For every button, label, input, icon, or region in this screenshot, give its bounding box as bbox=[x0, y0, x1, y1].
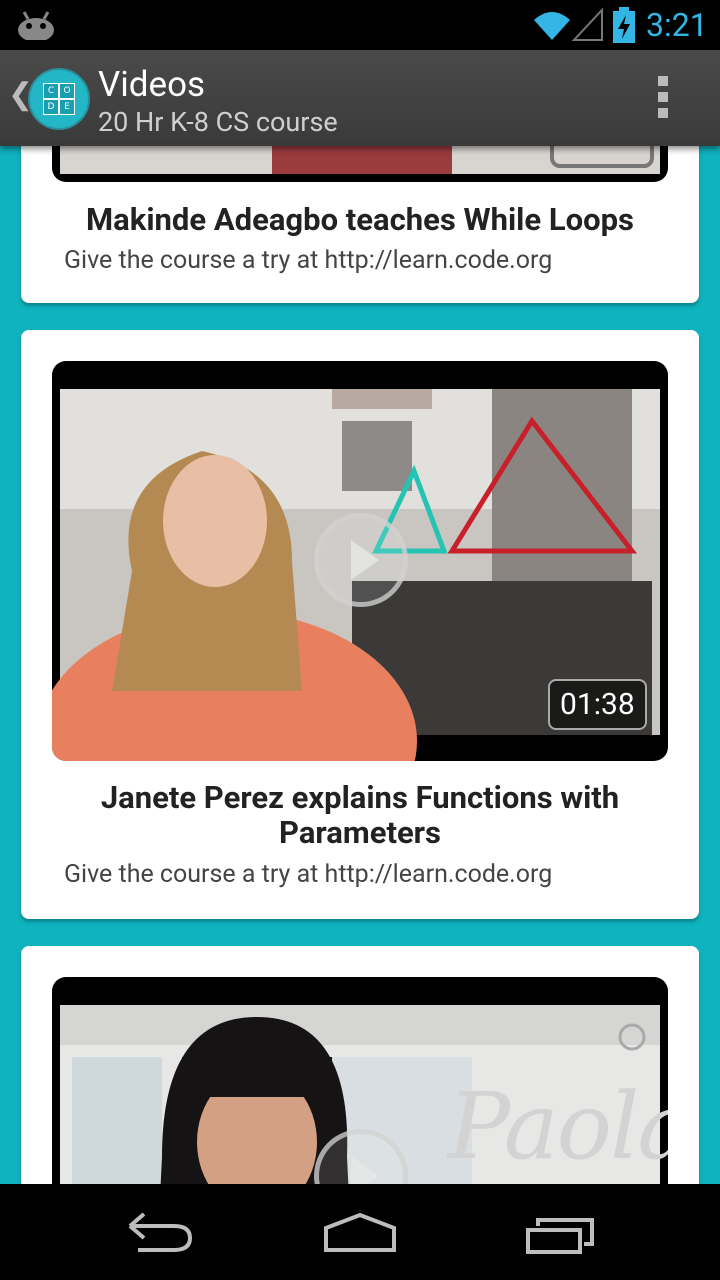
signal-icon bbox=[572, 8, 603, 41]
back-icon[interactable] bbox=[124, 1212, 196, 1256]
action-bar: ❮ C O D E Videos 20 Hr K-8 CS course bbox=[0, 50, 720, 146]
android-debug-icon bbox=[18, 11, 54, 40]
recents-icon[interactable] bbox=[524, 1216, 598, 1256]
video-card[interactable]: Paola bbox=[21, 946, 699, 1184]
video-list[interactable]: Makinde Adeagbo teaches While Loops Give… bbox=[0, 146, 720, 1184]
video-frame-image bbox=[60, 146, 660, 174]
logo-letter: O bbox=[59, 83, 75, 99]
video-card[interactable]: Makinde Adeagbo teaches While Loops Give… bbox=[21, 146, 699, 303]
overflow-menu-icon[interactable] bbox=[656, 76, 670, 124]
page-subtitle: 20 Hr K-8 CS course bbox=[98, 106, 338, 138]
video-title: Makinde Adeagbo teaches While Loops bbox=[86, 201, 634, 238]
video-card[interactable]: 01:38 Janete Perez explains Functions wi… bbox=[21, 330, 699, 919]
battery-charging-icon bbox=[613, 7, 635, 43]
video-duration-badge: 01:38 bbox=[548, 679, 647, 730]
logo-letter: C bbox=[43, 83, 59, 99]
home-icon[interactable] bbox=[322, 1212, 398, 1254]
logo-letter: E bbox=[59, 99, 75, 115]
video-subtitle: Give the course a try at http://learn.co… bbox=[64, 246, 553, 275]
logo-letter: D bbox=[43, 99, 59, 115]
video-overlay-text: Paola bbox=[448, 1073, 668, 1180]
wifi-icon bbox=[534, 12, 570, 40]
video-thumbnail[interactable]: 01:38 bbox=[52, 361, 668, 761]
page-title: Videos bbox=[98, 64, 206, 105]
video-thumbnail[interactable]: Paola bbox=[52, 977, 668, 1184]
video-thumbnail[interactable] bbox=[52, 146, 668, 182]
play-icon[interactable] bbox=[314, 513, 408, 607]
status-bar: 3:21 bbox=[0, 0, 720, 50]
video-subtitle: Give the course a try at http://learn.co… bbox=[64, 860, 553, 889]
video-title: Janete Perez explains Functions with Par… bbox=[100, 779, 620, 851]
app-logo[interactable]: C O D E bbox=[28, 68, 90, 130]
status-clock: 3:21 bbox=[646, 6, 708, 44]
